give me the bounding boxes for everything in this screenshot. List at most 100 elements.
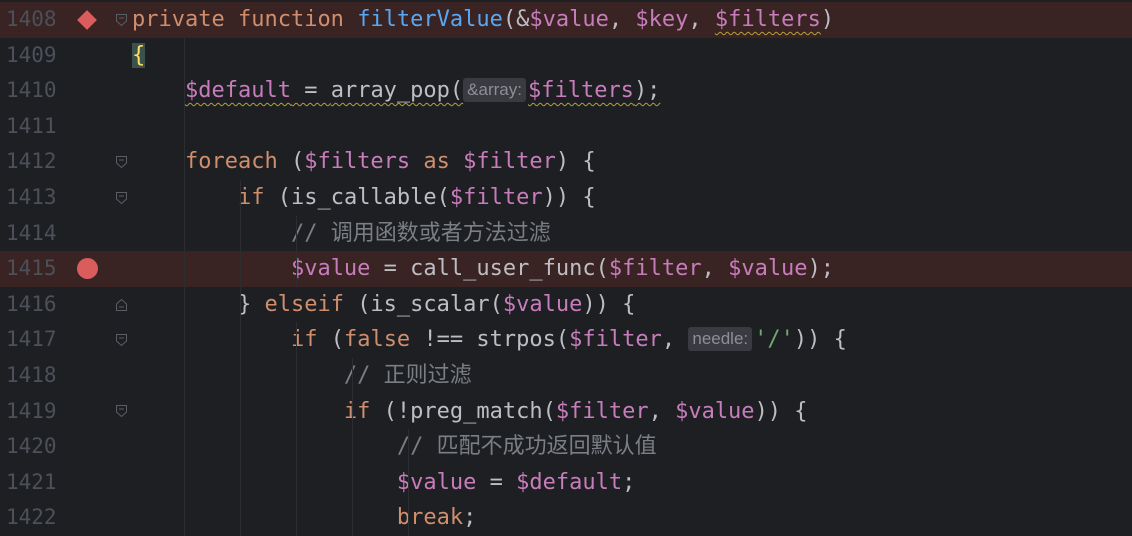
code-comment: // 匹配不成功返回默认值 — [396, 434, 657, 460]
code-comment: // 正则过滤 — [343, 363, 472, 388]
line-number[interactable]: 1417 — [6, 322, 62, 358]
code-token: break — [396, 505, 464, 531]
fold-collapse-icon[interactable] — [116, 191, 127, 204]
code-token: (is_scalar( — [357, 291, 503, 317]
code-text[interactable]: } elseif (is_scalar($value)) { — [132, 287, 1132, 323]
code-token: (!preg_match( — [383, 398, 556, 424]
line-number[interactable]: 1414 — [6, 216, 62, 252]
code-text[interactable]: if (!preg_match($filter, $value)) { — [132, 394, 1132, 430]
line-number[interactable]: 1415 — [6, 251, 62, 287]
code-token: } — [237, 291, 265, 317]
code-token: , — [701, 256, 729, 282]
code-token: $value — [675, 398, 755, 424]
line-number[interactable]: 1412 — [6, 144, 62, 180]
code-line[interactable]: 1412 foreach ($filters as $filter) { — [0, 144, 1132, 180]
code-line[interactable]: 1417 if (false !== strpos($filter, needl… — [0, 322, 1132, 358]
fold-collapse-icon[interactable] — [116, 13, 127, 26]
indent-guide — [352, 358, 353, 536]
method-breakpoint-icon[interactable] — [77, 9, 97, 30]
code-text[interactable]: if (is_callable($filter)) { — [132, 180, 1132, 216]
code-token: , — [608, 7, 636, 32]
code-token: $filters — [527, 78, 634, 104]
code-token: , — [688, 7, 715, 32]
code-token: if — [237, 185, 278, 210]
indent-guide — [408, 429, 409, 536]
code-line[interactable]: 1422 break; — [0, 500, 1132, 536]
code-token: $key — [635, 7, 689, 32]
line-number[interactable]: 1421 — [6, 465, 62, 501]
code-line[interactable]: 1416 } elseif (is_scalar($value)) { — [0, 287, 1132, 323]
code-token: $default — [516, 469, 623, 495]
code-line[interactable]: 1420 // 匹配不成功返回默认值 — [0, 429, 1132, 465]
fold-end-icon[interactable] — [116, 298, 127, 311]
code-token: ; — [622, 469, 636, 495]
code-text[interactable]: $default = array_pop(&array: $filters); — [132, 73, 1132, 109]
line-number[interactable]: 1408 — [6, 2, 62, 38]
code-token: $filter — [463, 149, 556, 175]
code-text[interactable]: private function filterValue(&$value, $k… — [132, 2, 1132, 38]
code-token: ; — [463, 505, 477, 531]
code-line[interactable]: 1421 $value = $default; — [0, 465, 1132, 501]
code-line[interactable]: 1413 if (is_callable($filter)) { — [0, 180, 1132, 216]
line-number[interactable]: 1420 — [6, 429, 62, 465]
code-text[interactable]: foreach ($filters as $filter) { — [132, 144, 1132, 180]
code-line[interactable]: 1409 { — [0, 38, 1132, 74]
code-line[interactable]: 1418 // 正则过滤 — [0, 358, 1132, 394]
code-text[interactable]: // 调用函数或者方法过滤 — [132, 216, 1132, 252]
indent-guide — [184, 37, 185, 536]
code-token: , — [661, 327, 689, 353]
code-text[interactable]: break; — [132, 500, 1132, 536]
code-token: '/' — [754, 327, 794, 353]
code-token: ); — [807, 256, 835, 282]
code-line[interactable]: 1419 if (!preg_match($filter, $value)) { — [0, 394, 1132, 430]
code-token: { — [132, 42, 146, 68]
code-text[interactable]: { — [132, 38, 1132, 74]
code-token: if — [343, 398, 384, 424]
line-number[interactable]: 1418 — [6, 358, 62, 394]
code-line[interactable]: 1411 — [0, 109, 1132, 145]
code-token: !== strpos( — [423, 327, 570, 353]
code-text[interactable]: $value = call_user_func($filter, $value)… — [132, 251, 1132, 287]
code-text[interactable]: if (false !== strpos($filter, needle: '/'… — [132, 322, 1132, 358]
code-token: ( — [290, 149, 305, 175]
code-line[interactable]: 1410 $default = array_pop(&array: $filter… — [0, 73, 1132, 109]
line-number[interactable]: 1410 — [6, 73, 62, 109]
line-number[interactable]: 1416 — [6, 287, 62, 323]
code-token: $filters — [304, 149, 411, 175]
code-token: )) { — [542, 185, 596, 210]
line-breakpoint-icon[interactable] — [77, 258, 98, 280]
parameter-hint: &array: — [463, 78, 526, 103]
fold-collapse-icon[interactable] — [116, 405, 127, 418]
code-token: $filters — [714, 7, 821, 32]
code-token: = call_user_func( — [370, 256, 609, 282]
code-token: (is_callable( — [277, 185, 450, 210]
code-token: filterValue — [357, 7, 503, 32]
code-line[interactable]: 1408 private function filterValue(&$value… — [0, 2, 1132, 38]
line-number[interactable]: 1409 — [6, 38, 62, 74]
code-token: ( — [449, 78, 464, 104]
code-token: false — [343, 327, 424, 353]
fold-collapse-icon[interactable] — [116, 334, 127, 347]
code-token: as — [410, 149, 464, 175]
line-number[interactable]: 1422 — [6, 500, 62, 536]
code-token: ( — [330, 327, 344, 353]
code-token: = — [476, 469, 517, 495]
code-token: = — [290, 78, 331, 104]
code-token: $filter — [449, 185, 543, 210]
parameter-hint: needle: — [688, 327, 753, 352]
code-editor[interactable]: 1408 private function filterValue(&$value… — [0, 0, 1132, 536]
code-token: ) — [820, 7, 835, 32]
code-token: $filter — [608, 256, 702, 282]
line-number[interactable]: 1411 — [6, 109, 62, 145]
line-number[interactable]: 1419 — [6, 394, 62, 430]
code-text[interactable]: // 正则过滤 — [132, 358, 1132, 394]
code-comment: // 调用函数或者方法过滤 — [290, 220, 551, 246]
code-token: function — [237, 7, 358, 32]
fold-collapse-icon[interactable] — [116, 156, 127, 169]
code-line[interactable]: 1414 // 调用函数或者方法过滤 — [0, 216, 1132, 252]
code-line[interactable]: 1415 $value = call_user_func($filter, $v… — [0, 251, 1132, 287]
code-text[interactable]: $value = $default; — [132, 465, 1132, 501]
line-number[interactable]: 1413 — [6, 180, 62, 216]
code-text[interactable]: // 匹配不成功返回默认值 — [132, 429, 1132, 465]
code-token: $filter — [569, 327, 662, 353]
